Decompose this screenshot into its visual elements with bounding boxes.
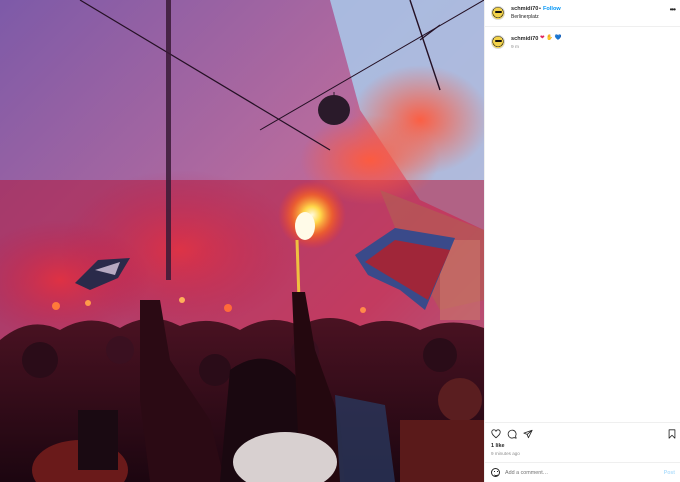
share-icon[interactable] [523,429,533,439]
post-comment-button[interactable]: Post [664,470,675,476]
post-photo[interactable] [0,0,484,482]
caption-username[interactable]: schmidi70 [511,36,538,42]
post-time-ago: 9 minutes ago [491,451,520,456]
separator-dot: • [539,6,541,12]
caption-timestamp: 9 m [511,45,519,50]
post-sidebar: schmidi70 • Follow Berlinerplatz ••• sch… [484,0,680,482]
caption-emojis: ❤ ✋ 💙 [540,35,561,41]
post-header: schmidi70 • Follow Berlinerplatz ••• [485,0,680,27]
follow-button[interactable]: Follow [543,6,561,12]
likes-count[interactable]: 1 like [491,443,505,449]
smiley-sunglasses-avatar-icon[interactable] [491,6,505,20]
sunglasses-shape [495,11,502,13]
fans-flares-scene [0,0,484,482]
location-link[interactable]: Berlinerplatz [511,14,539,20]
author-username[interactable]: schmidi70 [511,6,538,12]
caption: schmidi70 ❤ ✋ 💙 9 m [485,32,680,56]
comment-input[interactable] [505,467,655,479]
action-bar [485,422,680,442]
bookmark-icon[interactable] [667,429,677,439]
red-heart-emoji: ❤ [540,35,545,41]
sunglasses-shape [495,40,502,42]
caption-avatar-icon[interactable] [491,35,505,49]
heart-icon[interactable] [491,429,501,439]
more-options-icon[interactable]: ••• [670,6,676,14]
blue-heart-emoji: 💙 [554,35,562,41]
comment-icon[interactable] [507,429,517,439]
comment-bar: Post [485,462,680,482]
emoji-icon[interactable] [491,468,500,477]
raised-hand-emoji: ✋ [546,35,553,41]
